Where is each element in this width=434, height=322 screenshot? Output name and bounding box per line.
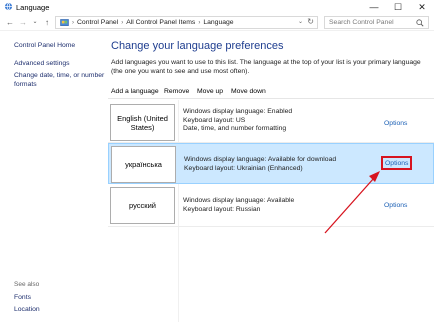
language-details: Windows display language: Available for … (184, 156, 336, 173)
display-language-status: Windows display language: Enabled (183, 108, 293, 115)
language-details: Windows display language: Available Keyb… (183, 197, 294, 214)
language-toolbar: Add a language Remove Move up Move down (108, 84, 434, 99)
address-bar: ← → ⌄ ↑ › Control Panel › All Control Pa… (0, 14, 434, 31)
sidebar-link-advanced-settings[interactable]: Advanced settings (14, 59, 70, 68)
page-title: Change your language preferences (111, 40, 284, 52)
breadcrumb-separator: › (72, 19, 74, 26)
minimize-button[interactable]: — (362, 0, 386, 14)
keyboard-layout: Keyboard layout: Ukrainian (Enhanced) (184, 164, 303, 172)
sidebar-link-fonts[interactable]: Fonts (14, 293, 31, 302)
language-row-russian[interactable]: русский Windows display language: Availa… (108, 185, 434, 226)
move-up-button[interactable]: Move up (197, 88, 223, 95)
breadcrumb-all-items[interactable]: All Control Panel Items (126, 19, 195, 26)
close-button[interactable]: ✕ (410, 0, 434, 14)
refresh-icon[interactable]: ↻ (307, 17, 314, 26)
language-row-ukrainian[interactable]: українська Windows display language: Ava… (108, 143, 434, 184)
language-row-english[interactable]: English (United States) Windows display … (108, 102, 434, 143)
move-down-button[interactable]: Move down (231, 88, 266, 95)
row-divider (108, 226, 434, 227)
recent-locations-chevron-icon[interactable]: ⌄ (30, 17, 40, 28)
globe-language-icon (4, 2, 13, 11)
sidebar-link-control-panel-home[interactable]: Control Panel Home (14, 41, 75, 50)
search-placeholder: Search Control Panel (329, 19, 394, 26)
up-button[interactable]: ↑ (42, 17, 52, 28)
search-icon[interactable] (416, 19, 424, 27)
maximize-button[interactable]: ☐ (386, 0, 410, 14)
display-language-status: Windows display language: Available (183, 197, 295, 204)
page-description: Add languages you want to use to this li… (111, 59, 421, 75)
add-language-button[interactable]: Add a language (111, 88, 159, 95)
sidebar-link-change-formats[interactable]: Change date, time, or number formats (14, 71, 108, 89)
formatting-info: Date, time, and number formatting (183, 125, 287, 132)
window-title: Language (16, 3, 50, 12)
language-details: Windows display language: Enabled Keyboa… (183, 108, 292, 134)
highlight-box (381, 156, 412, 170)
options-link[interactable]: Options (384, 120, 407, 127)
options-link[interactable]: Options (384, 202, 407, 209)
breadcrumb-separator: › (121, 19, 124, 26)
breadcrumb-language[interactable]: Language (203, 19, 233, 26)
sidebar-link-location[interactable]: Location (14, 305, 40, 314)
address-field[interactable]: › Control Panel › All Control Panel Item… (55, 16, 318, 29)
remove-button[interactable]: Remove (164, 88, 189, 95)
breadcrumb-control-panel[interactable]: Control Panel (77, 19, 118, 26)
breadcrumb-separator: › (198, 19, 201, 26)
keyboard-layout: Keyboard layout: US (183, 116, 246, 124)
search-input[interactable]: Search Control Panel (324, 16, 429, 29)
language-tile[interactable]: українська (111, 146, 176, 183)
display-language-status: Windows display language: Available for … (184, 156, 337, 163)
forward-button[interactable]: → (18, 17, 28, 28)
language-tile[interactable]: русский (110, 187, 175, 224)
control-panel-icon (60, 18, 69, 26)
title-bar: Language — ☐ ✕ (0, 0, 434, 14)
sidebar: Control Panel Home Advanced settings Cha… (0, 31, 108, 322)
back-button[interactable]: ← (5, 17, 15, 28)
language-tile[interactable]: English (United States) (110, 104, 175, 141)
see-also-heading: See also (14, 281, 40, 288)
keyboard-layout: Keyboard layout: Russian (183, 205, 261, 213)
address-dropdown-icon[interactable]: ⌄ (298, 18, 303, 25)
